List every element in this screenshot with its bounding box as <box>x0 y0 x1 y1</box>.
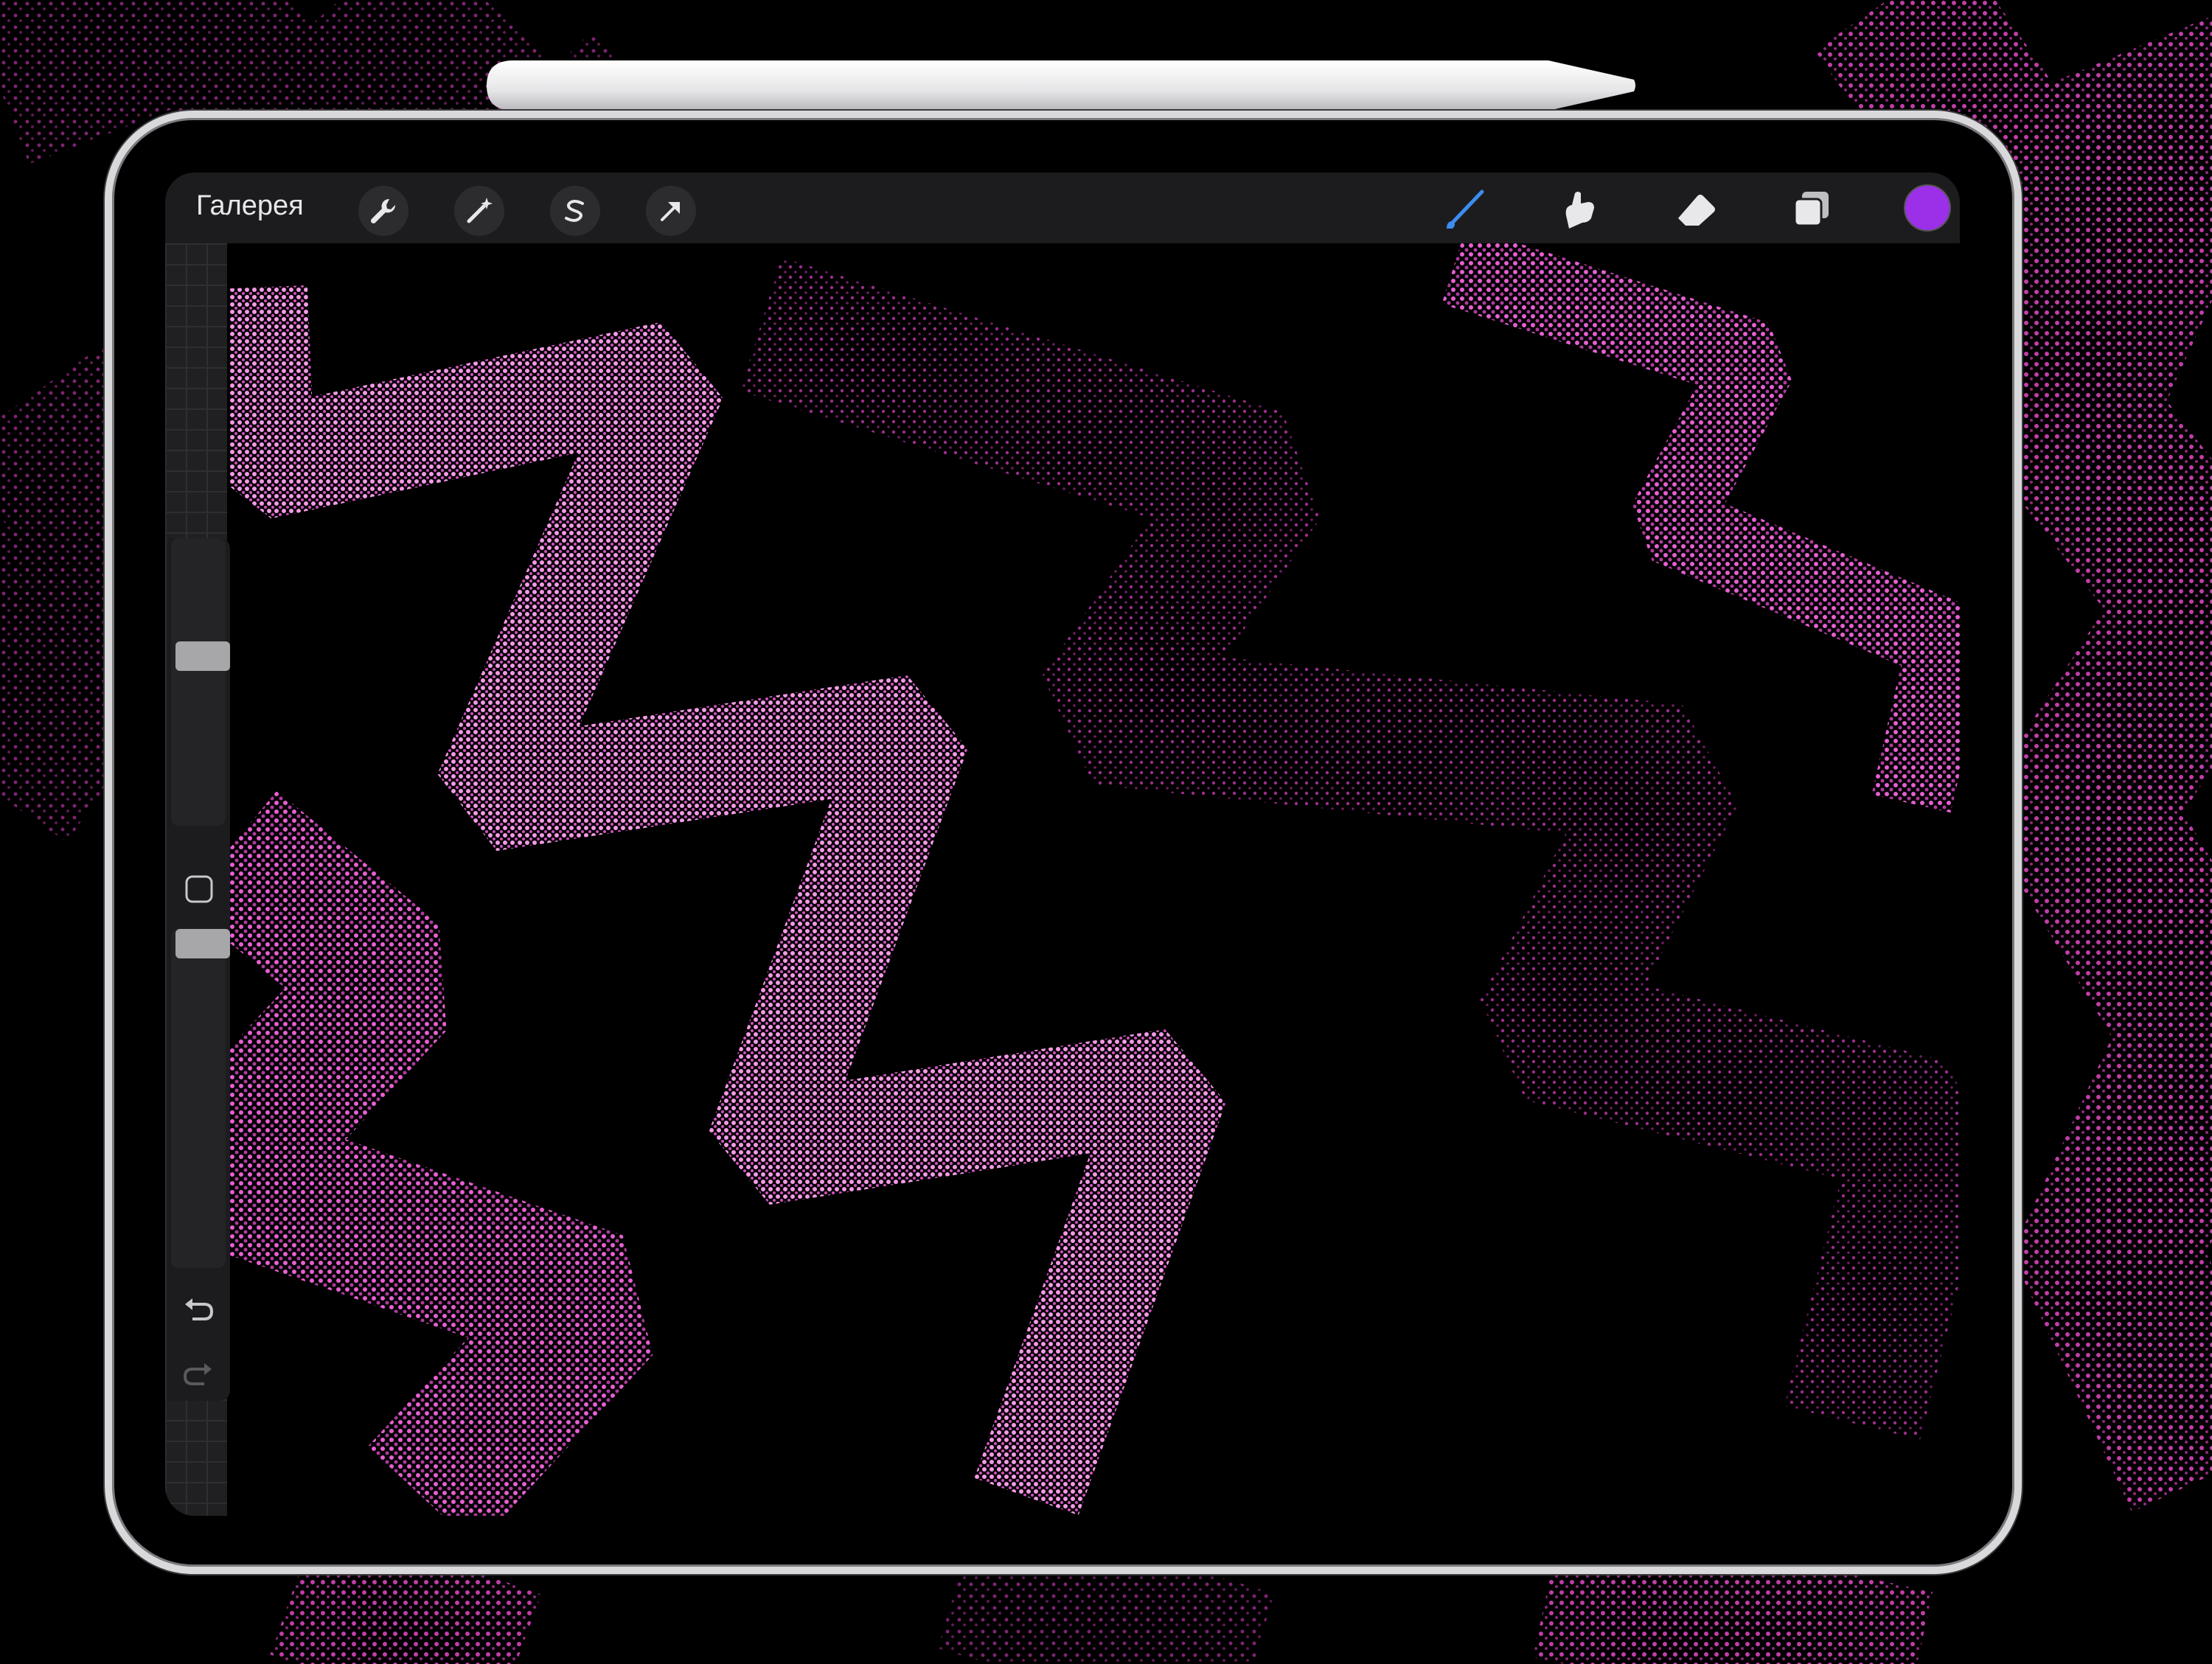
brush-icon <box>1447 189 1484 229</box>
arrow-cursor-icon <box>661 202 680 221</box>
opacity-slider[interactable] <box>171 929 230 1268</box>
opacity-thumb[interactable] <box>175 929 230 958</box>
actions-button[interactable] <box>358 186 408 236</box>
redo-icon <box>183 1363 212 1385</box>
adjustments-button[interactable] <box>454 186 504 236</box>
selection-button[interactable] <box>550 186 600 236</box>
smudge-icon <box>1565 192 1594 229</box>
top-toolbar: Галерея <box>165 173 1960 243</box>
gallery-button[interactable]: Галерея <box>196 190 304 222</box>
modify-button[interactable] <box>184 874 214 904</box>
redo-button[interactable] <box>180 1355 217 1392</box>
color-picker-button[interactable] <box>1904 184 1951 232</box>
left-sidebar <box>167 538 230 1401</box>
apple-pencil <box>487 60 1635 111</box>
brush-size-slider[interactable] <box>171 538 230 826</box>
selection-s-icon <box>565 200 584 222</box>
eraser-icon <box>1678 195 1715 226</box>
procreate-screen: Галерея <box>165 173 1960 1516</box>
paint-button[interactable] <box>1438 183 1491 236</box>
erase-button[interactable] <box>1669 183 1722 236</box>
drawing-canvas[interactable] <box>230 243 1960 1516</box>
layers-icon <box>1793 192 1829 227</box>
square-outline-icon <box>185 875 213 903</box>
smudge-button[interactable] <box>1553 183 1606 236</box>
layers-button[interactable] <box>1784 183 1837 236</box>
canvas-artwork <box>230 243 1960 1516</box>
magic-wand-icon <box>467 198 493 223</box>
brush-size-thumb[interactable] <box>175 641 230 671</box>
undo-icon <box>185 1298 214 1320</box>
undo-button[interactable] <box>180 1290 217 1327</box>
transform-button[interactable] <box>646 186 696 236</box>
wrench-icon <box>370 198 396 224</box>
